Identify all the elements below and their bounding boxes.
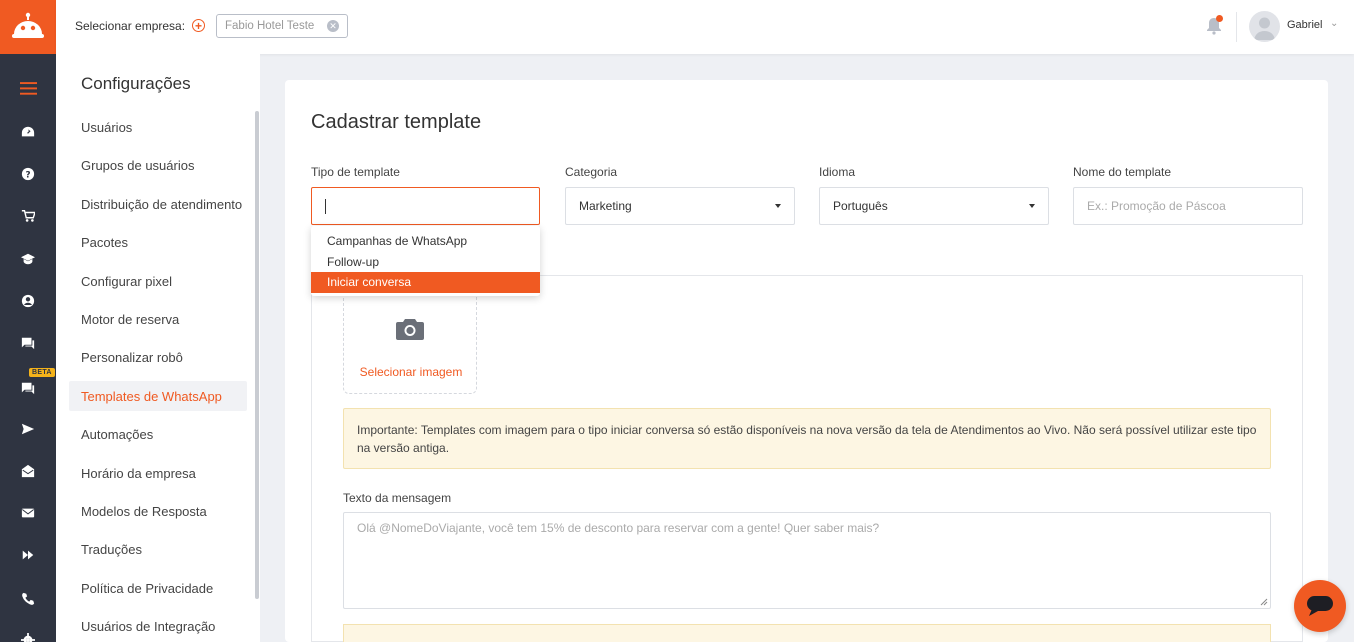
settings-item-templates-de-whatsapp[interactable]: Templates de WhatsApp	[69, 381, 247, 411]
settings-item-politica-de-privacidade[interactable]: Política de Privacidade	[69, 573, 247, 603]
help-icon[interactable]: ?	[0, 160, 56, 188]
menu-icon[interactable]	[0, 74, 56, 102]
option-iniciar-conversa[interactable]: Iniciar conversa	[311, 272, 540, 293]
cart-icon[interactable]	[0, 202, 56, 230]
settings-title: Configurações	[81, 74, 191, 93]
caret-down-icon	[775, 204, 781, 208]
message-textarea[interactable]: Olá @NomeDoViajante, você tem 15% de des…	[343, 512, 1271, 609]
gear-icon[interactable]	[0, 626, 56, 642]
settings-item-pacotes[interactable]: Pacotes	[69, 227, 247, 257]
idioma-label: Idioma	[819, 165, 856, 179]
sidebar-scrollbar[interactable]	[255, 111, 259, 599]
bot-logo-icon[interactable]	[0, 0, 56, 54]
option-campanhas-de-whatsapp[interactable]: Campanhas de WhatsApp	[311, 231, 540, 252]
caret-down-icon	[1029, 204, 1035, 208]
mail-open-icon[interactable]	[0, 457, 56, 485]
message-placeholder: Olá @NomeDoViajante, você tem 15% de des…	[357, 521, 880, 535]
categoria-value: Marketing	[579, 199, 632, 213]
avatar[interactable]	[1249, 11, 1280, 42]
graduation-cap-icon[interactable]	[0, 245, 56, 273]
user-icon[interactable]	[0, 287, 56, 315]
variables-alert	[343, 624, 1271, 642]
settings-item-usuarios[interactable]: Usuários	[69, 112, 247, 142]
image-warning-alert: Importante: Templates com imagem para o …	[343, 408, 1271, 469]
settings-item-configurar-pixel[interactable]: Configurar pixel	[69, 266, 247, 296]
top-header: Selecionar empresa: + Fabio Hotel Teste …	[56, 0, 1354, 54]
template-form-card: Cadastrar template Tipo de template Cate…	[285, 80, 1328, 642]
company-selector[interactable]: Fabio Hotel Teste ✕	[216, 14, 348, 38]
svg-text:?: ?	[25, 171, 30, 181]
settings-sidebar: Configurações Usuários Grupos de usuário…	[56, 54, 260, 642]
nome-label: Nome do template	[1073, 165, 1172, 179]
nome-template-input[interactable]: Ex.: Promoção de Páscoa	[1073, 187, 1303, 225]
categoria-select[interactable]: Marketing	[565, 187, 795, 225]
message-label: Texto da mensagem	[343, 491, 452, 505]
dashboard-icon[interactable]	[0, 118, 56, 146]
tipo-template-dropdown: Campanhas de WhatsApp Follow-up Iniciar …	[311, 226, 540, 296]
user-name[interactable]: Gabriel	[1287, 19, 1322, 31]
remove-company-icon[interactable]: ✕	[327, 20, 339, 32]
image-upload-area[interactable]: Selecionar imagem	[343, 288, 477, 394]
settings-item-traducoes[interactable]: Traduções	[69, 534, 247, 564]
chevron-down-icon[interactable]: ⌄	[1330, 18, 1338, 29]
beta-badge: BETA	[29, 368, 55, 377]
settings-item-motor-de-reserva[interactable]: Motor de reserva	[69, 304, 247, 334]
settings-item-distribuicao-de-atendimento[interactable]: Distribuição de atendimento	[69, 189, 247, 219]
chat-beta-icon[interactable]: BETA	[0, 368, 56, 402]
settings-item-modelos-de-resposta[interactable]: Modelos de Resposta	[69, 496, 247, 526]
fast-forward-icon[interactable]	[0, 541, 56, 569]
idioma-value: Português	[833, 199, 888, 213]
idioma-select[interactable]: Português	[819, 187, 1049, 225]
option-follow-up[interactable]: Follow-up	[311, 252, 540, 273]
tipo-template-select[interactable]	[311, 187, 540, 225]
company-name: Fabio Hotel Teste	[225, 20, 315, 32]
text-cursor	[325, 198, 326, 214]
settings-item-grupos-de-usuarios[interactable]: Grupos de usuários	[69, 150, 247, 180]
chat-bubble-icon	[1307, 596, 1333, 616]
tipo-label: Tipo de template	[311, 165, 400, 179]
settings-item-automacoes[interactable]: Automações	[69, 419, 247, 449]
send-icon[interactable]	[0, 415, 56, 443]
select-image-link[interactable]: Selecionar imagem	[344, 365, 478, 379]
settings-item-horario-da-empresa[interactable]: Horário da empresa	[69, 458, 247, 488]
phone-icon[interactable]	[0, 585, 56, 613]
add-company-icon[interactable]: +	[192, 19, 205, 32]
mail-icon[interactable]	[0, 499, 56, 527]
settings-item-usuarios-de-integracao[interactable]: Usuários de Integração	[69, 611, 247, 641]
settings-item-personalizar-robo[interactable]: Personalizar robô	[69, 342, 247, 372]
page-title: Cadastrar template	[311, 111, 482, 133]
resize-handle-icon[interactable]	[1260, 598, 1268, 606]
chat-support-button[interactable]	[1294, 580, 1346, 632]
icon-rail: ? BETA	[0, 0, 56, 642]
camera-icon	[396, 319, 424, 340]
notification-dot	[1216, 15, 1223, 22]
company-label: Selecionar empresa:	[75, 19, 186, 33]
chat-icon[interactable]	[0, 329, 56, 357]
header-divider	[1236, 12, 1237, 42]
nome-placeholder: Ex.: Promoção de Páscoa	[1087, 199, 1226, 213]
categoria-label: Categoria	[565, 165, 618, 179]
